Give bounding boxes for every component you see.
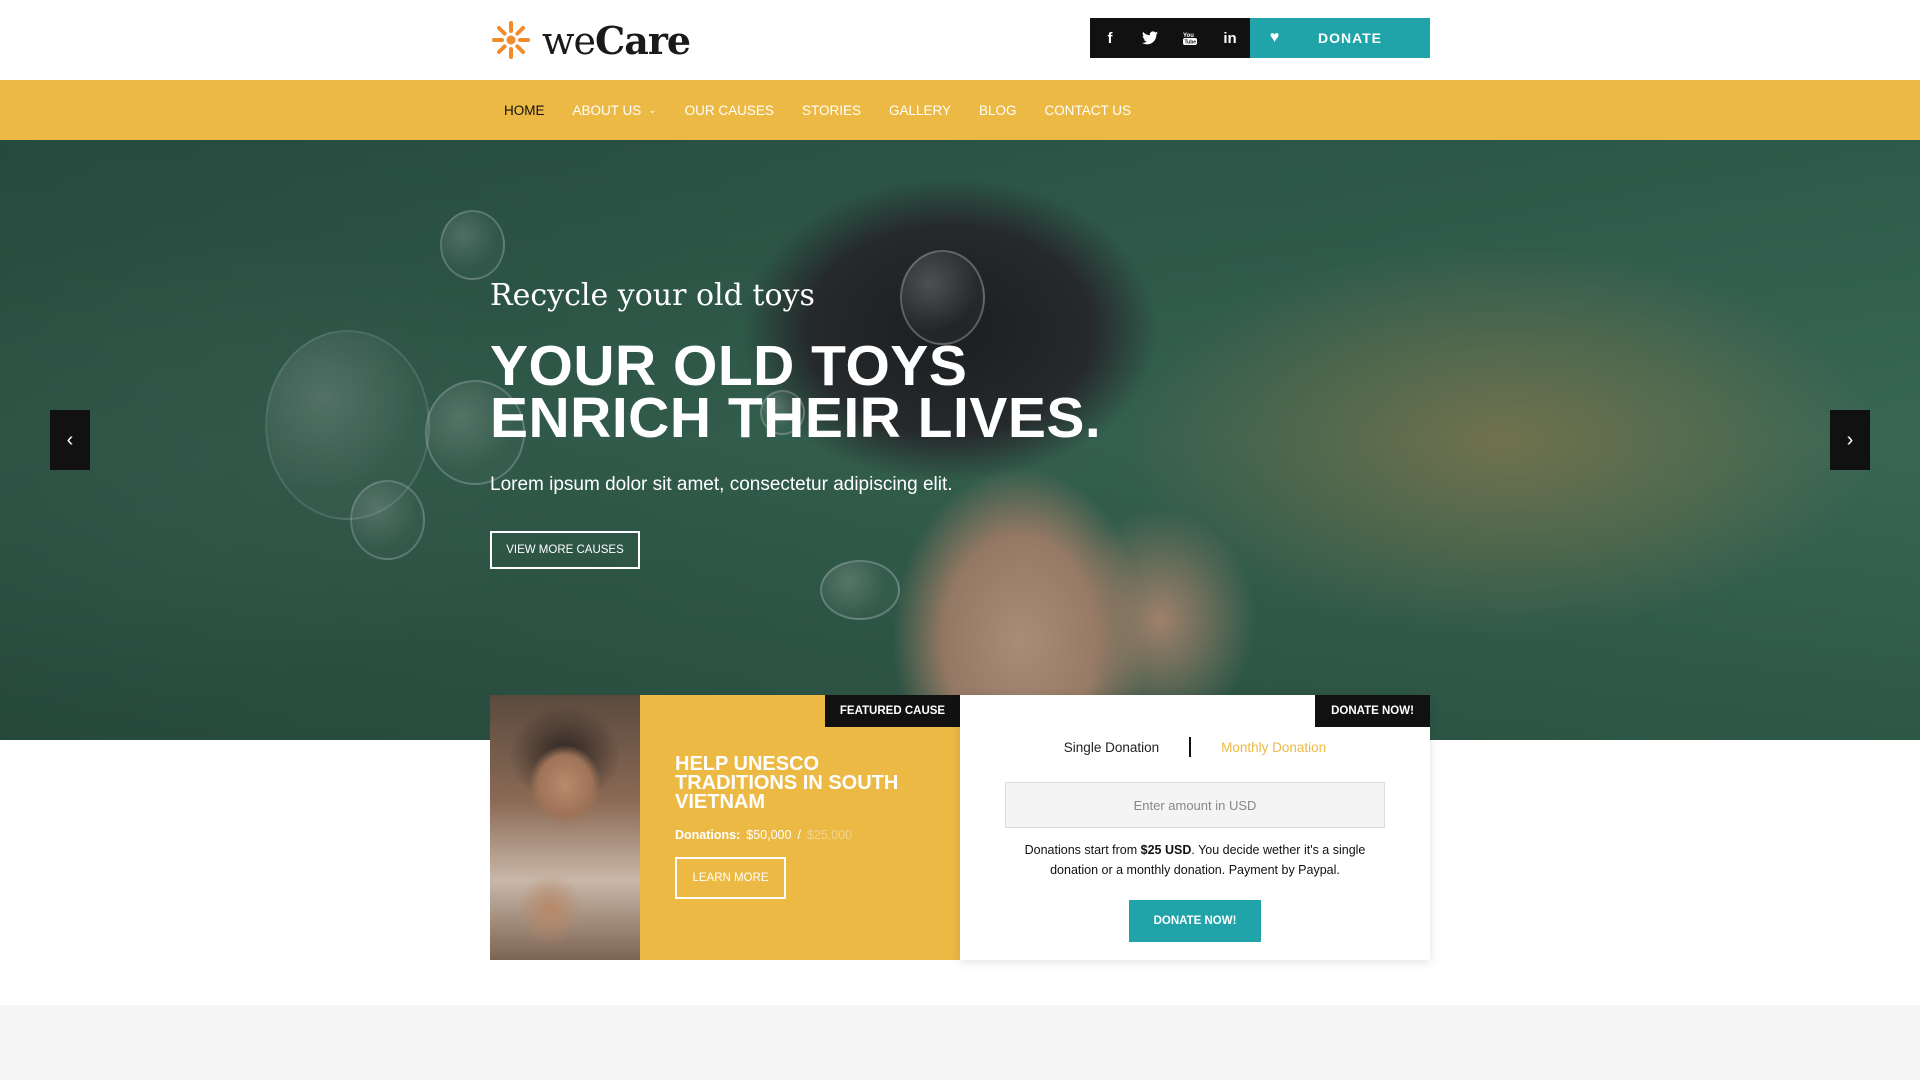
social-links: f You Tube in: [1090, 18, 1250, 58]
cause-title[interactable]: HELP UNESCO TRADITIONS IN SOUTH VIETNAM: [675, 754, 935, 812]
hero-subtitle: Recycle your old toys: [490, 278, 815, 313]
nav-item-blog[interactable]: BLOG: [965, 103, 1031, 118]
main-nav: HOME ABOUT US ⌄ OUR CAUSES STORIES GALLER…: [0, 80, 1920, 140]
chevron-down-icon: ⌄: [648, 104, 657, 116]
chevron-left-icon: ‹: [66, 428, 74, 451]
next-section-band: [0, 1005, 1920, 1080]
cause-photo: [490, 695, 640, 960]
heart-icon: ♥: [1269, 29, 1281, 46]
logo-wordmark: weCare: [542, 17, 691, 63]
logo-icon: [492, 21, 530, 59]
slider-next-button[interactable]: ›: [1830, 410, 1870, 470]
slider-prev-button[interactable]: ‹: [50, 410, 90, 470]
site-logo[interactable]: weCare: [490, 17, 691, 63]
hero-text: Lorem ipsum dolor sit amet, consectetur …: [490, 474, 953, 495]
donations-raised: $50,000: [746, 828, 792, 842]
nav-item-gallery[interactable]: GALLERY: [875, 103, 965, 118]
youtube-icon[interactable]: You Tube: [1170, 18, 1210, 58]
hero-title: YOUR OLD TOYS ENRICH THEIR LIVES.: [490, 334, 1102, 450]
cause-donations: Donations: $50,000/$25,000: [675, 828, 853, 842]
linkedin-icon[interactable]: in: [1210, 18, 1250, 58]
tab-monthly-donation[interactable]: Monthly Donation: [1221, 740, 1326, 755]
donation-form-card: DONATE NOW! Single Donation Monthly Dona…: [960, 695, 1430, 960]
donate-now-tag: DONATE NOW!: [1315, 695, 1430, 727]
svg-text:Tube: Tube: [1185, 40, 1197, 46]
nav-item-about-us[interactable]: ABOUT US ⌄: [559, 103, 671, 118]
site-header: weCare f You Tube in ♥ DONATE: [0, 0, 1920, 80]
learn-more-button[interactable]: LEARN MORE: [675, 857, 786, 899]
donation-info-text: Donations start from $25 USD. You decide…: [1024, 843, 1366, 877]
tab-divider: [1189, 737, 1192, 757]
chevron-right-icon: ›: [1846, 428, 1854, 451]
hero-slider: Recycle your old toys YOUR OLD TOYS ENRI…: [0, 140, 1920, 740]
view-more-causes-button[interactable]: VIEW MORE CAUSES: [490, 531, 640, 569]
nav-item-stories[interactable]: STORIES: [788, 103, 875, 118]
tab-single-donation[interactable]: Single Donation: [1064, 740, 1159, 755]
facebook-icon[interactable]: f: [1090, 18, 1130, 58]
featured-cause-card: FEATURED CAUSE HELP UNESCO TRADITIONS IN…: [490, 695, 960, 960]
donate-header-label: DONATE: [1317, 30, 1383, 46]
donate-header-button[interactable]: ♥ DONATE: [1250, 18, 1430, 58]
nav-item-home[interactable]: HOME: [490, 103, 559, 118]
twitter-icon[interactable]: [1130, 18, 1170, 58]
featured-cause-tag: FEATURED CAUSE: [825, 695, 960, 727]
donate-now-button[interactable]: DONATE NOW!: [1129, 900, 1261, 942]
donations-goal: $25,000: [806, 828, 853, 842]
nav-item-our-causes[interactable]: OUR CAUSES: [671, 103, 788, 118]
donation-type-tabs: Single Donation Monthly Donation: [960, 737, 1430, 757]
amount-input[interactable]: [1005, 782, 1385, 828]
nav-item-contact-us[interactable]: CONTACT US: [1031, 103, 1146, 118]
